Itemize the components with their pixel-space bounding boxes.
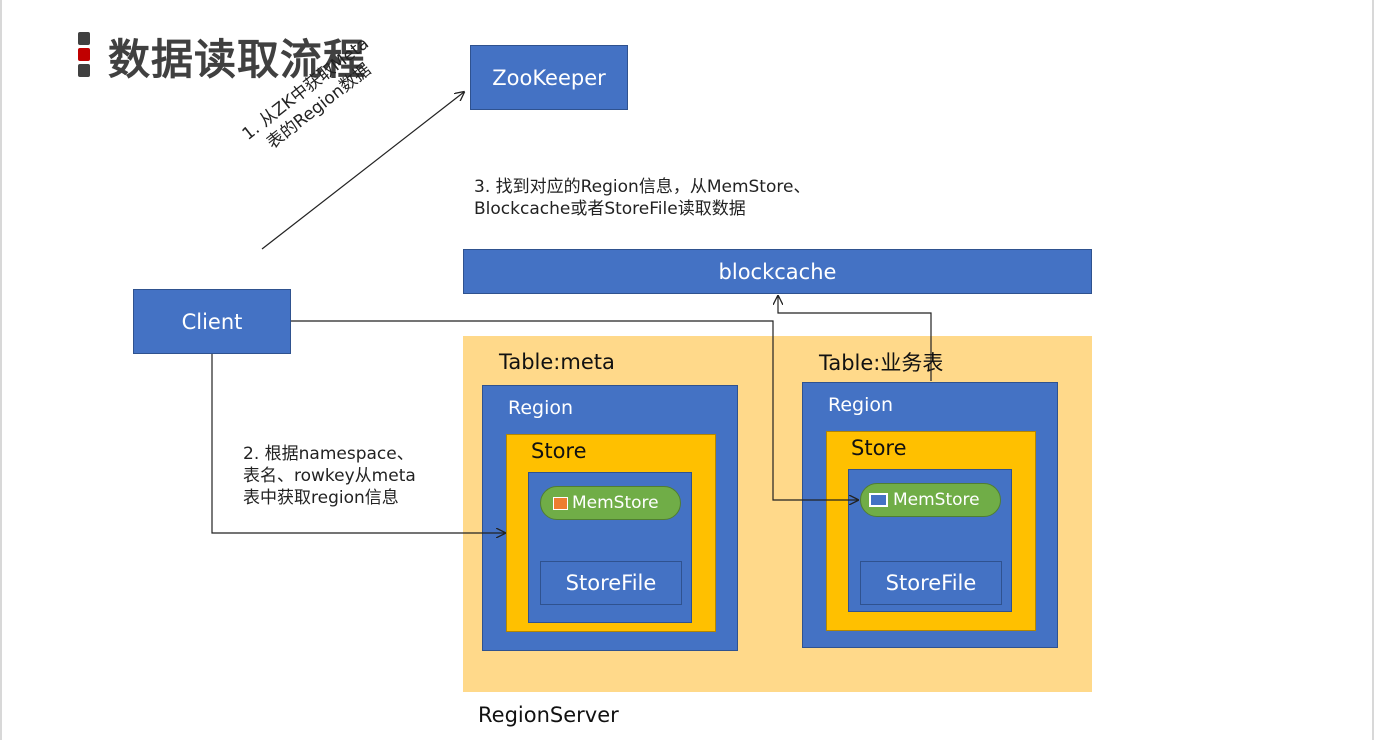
step3-note: 3. 找到对应的Region信息，从MemStore、 Blockcache或者… bbox=[474, 176, 810, 220]
step3-line2: Blockcache或者StoreFile读取数据 bbox=[474, 199, 746, 219]
step2-line2: 表名、rowkey从meta bbox=[243, 466, 416, 486]
step2-note: 2. 根据namespace、 表名、rowkey从meta 表中获取regio… bbox=[243, 443, 416, 509]
step2-line1: 2. 根据namespace、 bbox=[243, 444, 414, 464]
arrows-layer bbox=[211, 0, 932, 742]
step3-line1: 3. 找到对应的Region信息，从MemStore、 bbox=[474, 177, 811, 197]
arrow-region-blockcache bbox=[778, 296, 932, 381]
step2-line3: 表中获取region信息 bbox=[243, 488, 399, 508]
